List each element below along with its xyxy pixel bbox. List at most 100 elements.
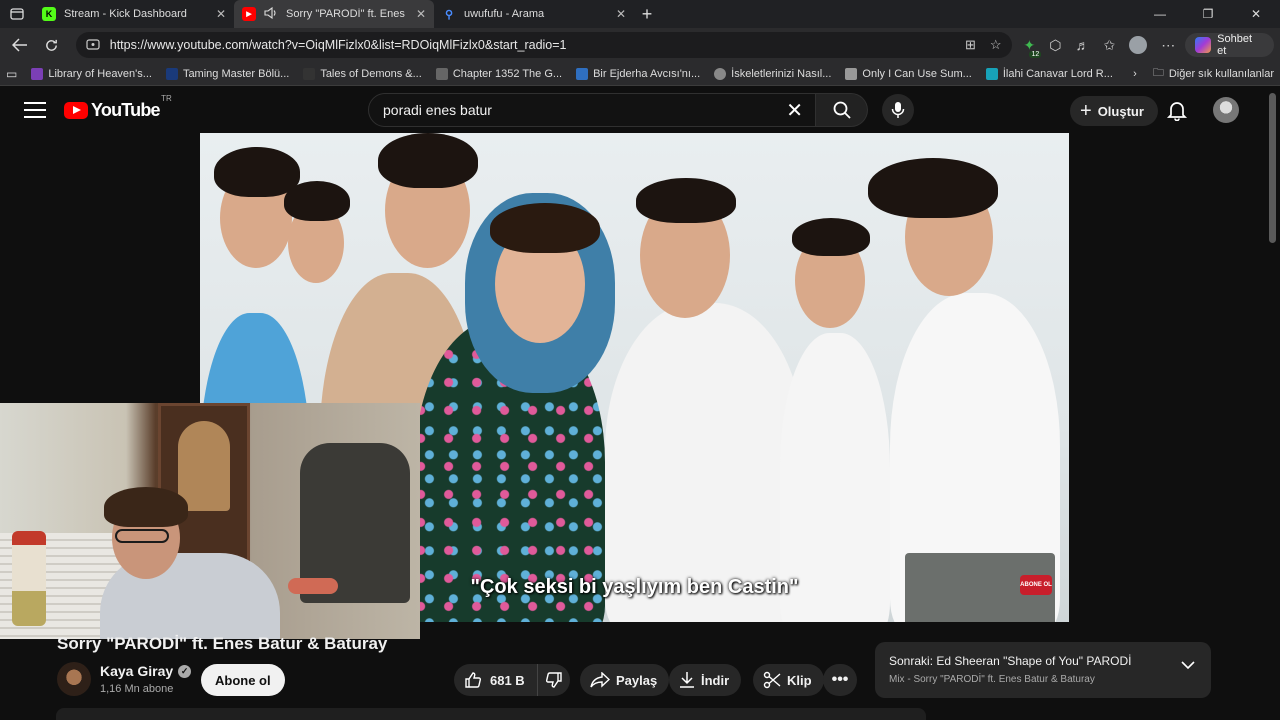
url-field[interactable]: https://www.youtube.com/watch?v=OiqMlFiz… [75, 32, 1012, 58]
subscribe-button[interactable]: Abone ol [201, 664, 285, 696]
share-icon [590, 672, 610, 688]
bookmark-favicon-icon [303, 67, 316, 80]
search-input[interactable]: poradi enes batur ✕ [368, 93, 816, 127]
new-tab-button[interactable]: + [634, 0, 660, 28]
close-window-icon[interactable]: ✕ [1232, 0, 1280, 28]
bookmark-item[interactable]: Chapter 1352 The G... [435, 67, 563, 80]
back-icon[interactable] [6, 31, 34, 59]
copilot-label: Sohbet et [1217, 33, 1253, 57]
figure-hair [868, 158, 998, 218]
clear-search-icon[interactable]: ✕ [786, 98, 803, 123]
channel-name: Kaya Giray [100, 663, 174, 679]
bookmark-label: Library of Heaven's... [48, 67, 152, 80]
site-info-icon[interactable] [86, 37, 100, 54]
menu-icon[interactable] [24, 102, 46, 118]
voice-search-button[interactable] [882, 94, 914, 126]
bookmark-label: Chapter 1352 The G... [452, 67, 563, 80]
tab-close-icon[interactable]: ✕ [216, 7, 226, 21]
bookmark-favicon-icon [985, 67, 998, 80]
notifications-bell-icon[interactable] [1166, 99, 1188, 122]
download-label: İndir [701, 672, 730, 688]
page-scrollbar[interactable] [1266, 87, 1280, 720]
verified-check-icon: ✓ [178, 664, 192, 678]
tab-youtube-video[interactable]: ▶ Sorry "PARODİ" ft. Enes Batur & Batura… [234, 0, 434, 28]
copilot-button[interactable]: Sohbet et [1185, 33, 1275, 57]
channel-avatar[interactable] [57, 662, 91, 696]
create-button[interactable]: + Oluştur [1070, 96, 1158, 126]
search-button[interactable] [816, 93, 868, 127]
favorite-star-icon[interactable]: ☆ [990, 37, 1002, 53]
dislike-button[interactable] [538, 664, 570, 696]
streamer-hair [104, 487, 188, 527]
scrollbar-thumb[interactable] [1269, 93, 1276, 243]
maximize-icon[interactable]: ❐ [1184, 0, 1232, 28]
tab-close-icon[interactable]: ✕ [616, 7, 626, 21]
door-window [178, 421, 230, 511]
more-actions-button[interactable]: ••• [823, 664, 857, 696]
chevron-right-icon[interactable]: › [1133, 68, 1137, 80]
subscribe-watermark[interactable]: ABONE OL [1020, 575, 1052, 595]
figure-hair [490, 203, 600, 253]
description-box-edge [56, 708, 926, 720]
plus-icon: + [1080, 100, 1092, 122]
figure-hair [378, 133, 478, 188]
video-player-area: "Çok seksi bi yaşlıyım ben Castin" ABONE… [0, 133, 1266, 639]
browser-toolbar: ✦ 12 ⬡ ♬ ✩ ⋯ [1024, 36, 1175, 58]
tab-actions-icon[interactable] [0, 0, 34, 28]
tab-close-icon[interactable]: ✕ [416, 7, 426, 21]
bookmark-item[interactable]: İlahi Canavar Lord R... [985, 67, 1113, 80]
download-button[interactable]: İndir [669, 664, 742, 696]
folder-icon: 🗀 [1152, 67, 1164, 79]
reading-list-icon[interactable]: ▭ [6, 67, 17, 81]
copilot-icon [1195, 37, 1212, 53]
tab-search[interactable]: ⚲ uwufufu - Arama ✕ [434, 0, 634, 28]
clip-button[interactable]: Klip [753, 664, 824, 696]
tab-title: Sorry "PARODİ" ft. Enes Batur & Baturay [286, 8, 408, 20]
tab-title: uwufufu - Arama [464, 8, 545, 20]
next-up-panel[interactable]: Sonraki: Ed Sheeran "Shape of You" PAROD… [875, 642, 1211, 698]
extensions-puzzle-icon[interactable]: ⬡ [1049, 37, 1061, 54]
chevron-down-icon[interactable] [1181, 660, 1195, 670]
figure-white-tshirt [605, 303, 805, 622]
share-button[interactable]: Paylaş [580, 664, 670, 696]
read-aloud-icon[interactable]: ♬ [1076, 37, 1090, 53]
profile-avatar[interactable] [1129, 36, 1148, 54]
download-icon [680, 672, 694, 688]
bookmark-item[interactable]: Tales of Demons &... [303, 67, 422, 80]
microphone-icon [891, 102, 905, 118]
address-bar-row: https://www.youtube.com/watch?v=OiqMlFiz… [0, 28, 1280, 62]
more-menu-icon[interactable]: ⋯ [1161, 37, 1175, 54]
webcam-overlay [0, 403, 420, 639]
minimize-icon[interactable]: — [1136, 0, 1184, 28]
favorites-icon[interactable]: ✩ [1104, 37, 1116, 54]
tab-kick-dashboard[interactable]: K Stream - Kick Dashboard ✕ [34, 0, 234, 28]
bookmark-favicon-icon [845, 67, 858, 80]
figure-hair [636, 178, 736, 223]
app-available-icon[interactable]: ⊞ [965, 37, 976, 53]
youtube-logo[interactable]: YouTube TR [64, 94, 172, 121]
search-icon [833, 101, 851, 119]
browser-tab-bar: K Stream - Kick Dashboard ✕ ▶ Sorry "PAR… [0, 0, 1280, 28]
bookmark-item[interactable]: Bir Ejderha Avcısı'nı... [576, 67, 700, 80]
bookmark-item[interactable]: Only I Can Use Sum... [845, 67, 972, 80]
bookmark-label: İlahi Canavar Lord R... [1002, 67, 1113, 80]
more-horizontal-icon: ••• [831, 671, 849, 688]
speaker-icon[interactable] [264, 6, 278, 22]
bookmark-label: Taming Master Bölü... [182, 67, 290, 80]
bookmark-item[interactable]: İskeletlerinizi Nasıl... [714, 67, 832, 80]
account-avatar[interactable] [1213, 97, 1239, 123]
country-code: TR [161, 93, 172, 103]
bookmark-item[interactable]: Taming Master Bölü... [165, 67, 290, 80]
thumbs-down-icon [545, 672, 562, 688]
channel-name-row[interactable]: Kaya Giray ✓ [100, 663, 192, 679]
bookmark-label: İskeletlerinizi Nasıl... [731, 67, 832, 80]
bookmark-favicon-icon [165, 67, 178, 80]
video-title: Sorry "PARODİ" ft. Enes Batur & Baturay [57, 634, 388, 653]
like-button[interactable]: 681 B [454, 664, 538, 696]
bookmark-item[interactable]: Library of Heaven's... [31, 67, 152, 80]
reload-icon[interactable] [38, 31, 66, 59]
other-bookmarks-folder[interactable]: 🗀 Diğer sık kullanılanlar [1153, 64, 1274, 83]
thumbs-up-icon [465, 672, 482, 688]
bookmark-favicon-icon [714, 67, 727, 80]
extension-icon[interactable]: ✦ 12 [1024, 37, 1042, 58]
